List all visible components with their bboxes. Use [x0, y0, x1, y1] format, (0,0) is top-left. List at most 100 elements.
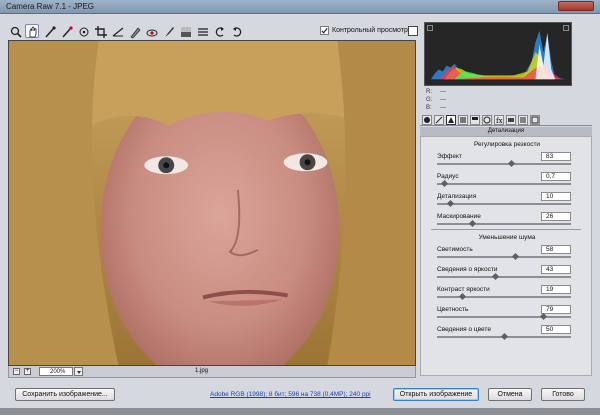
graduated-filter-icon[interactable]	[178, 24, 192, 38]
noise-reduction-title: Уменьшение шума	[478, 234, 536, 241]
histogram	[424, 22, 572, 86]
adjustment-brush-icon[interactable]	[161, 24, 175, 38]
slider-value-field[interactable]: 10	[541, 192, 571, 201]
close-window-button[interactable]	[558, 1, 594, 11]
taskbar-strip	[0, 408, 600, 415]
slider-value-field[interactable]: 43	[541, 265, 571, 274]
slider-track[interactable]	[437, 183, 571, 185]
hand-icon[interactable]	[25, 24, 39, 38]
slider-label: Сведения о цвете	[437, 326, 491, 333]
slider-label: Цветность	[437, 306, 469, 313]
preview-status-bar: − + 200% 1.jpg	[8, 366, 416, 378]
tab-effects-icon[interactable]: fx	[494, 115, 504, 125]
red-eye-icon[interactable]	[144, 24, 158, 38]
slider-thumb[interactable]	[459, 292, 467, 301]
crop-icon[interactable]	[93, 24, 107, 38]
fullscreen-icon[interactable]	[408, 26, 418, 36]
white-balance-icon[interactable]	[42, 24, 56, 38]
save-image-button[interactable]: Сохранить изображение...	[15, 388, 115, 401]
image-preview[interactable]	[8, 40, 416, 366]
slider-thumb[interactable]	[500, 332, 509, 341]
cancel-button[interactable]: Отмена	[488, 388, 532, 401]
tab-tone-curve-icon[interactable]	[434, 115, 444, 125]
tab-split-toning-icon[interactable]	[470, 115, 480, 125]
slider-track[interactable]	[437, 203, 571, 205]
slider-track[interactable]	[437, 296, 571, 298]
shadow-clipping-toggle[interactable]	[427, 25, 433, 31]
svg-text:fx: fx	[496, 117, 503, 124]
detail-panel: Регулировка резкости Эффект 83 Радиус 0,7 Де…	[420, 136, 592, 376]
slider-row: Радиус 0,7	[435, 171, 585, 189]
slider-track[interactable]	[437, 276, 571, 278]
slider-value-field[interactable]: 26	[541, 212, 571, 221]
slider-thumb[interactable]	[440, 179, 448, 188]
slider-thumb[interactable]	[511, 252, 519, 261]
slider-label: Сведения о яркости	[437, 266, 498, 273]
rotate-cw-icon[interactable]	[229, 24, 243, 38]
slider-row: Цветность 79	[435, 304, 585, 322]
slider-value-field[interactable]: 19	[541, 285, 571, 294]
slider-row: Сведения о яркости 43	[435, 264, 585, 282]
slider-thumb[interactable]	[491, 272, 499, 281]
slider-label: Светимость	[437, 246, 473, 253]
slider-label: Контраст яркости	[437, 286, 490, 293]
zoom-out-button[interactable]: −	[13, 368, 20, 375]
tab-snapshots-icon[interactable]	[530, 115, 540, 125]
slider-value-field[interactable]: 83	[541, 152, 571, 161]
tab-detail-icon[interactable]	[446, 115, 456, 125]
slider-thumb[interactable]	[507, 159, 515, 168]
spot-removal-icon[interactable]	[127, 24, 141, 39]
preview-checkbox[interactable]	[320, 26, 329, 35]
workflow-options-link[interactable]: Adobe RGB (1998); 8 бит; 596 на 738 (0,4…	[210, 391, 371, 398]
preferences-icon[interactable]	[195, 24, 209, 38]
zoom-icon[interactable]	[8, 24, 22, 38]
slider-row: Маскирование 26	[435, 211, 585, 229]
open-image-button[interactable]: Открыть изображение	[393, 388, 479, 401]
slider-label: Маскирование	[437, 213, 481, 220]
target-adjust-icon[interactable]	[76, 24, 90, 38]
slider-row: Детализация 10	[435, 191, 585, 209]
slider-value-field[interactable]: 50	[541, 325, 571, 334]
tab-hsl-icon[interactable]	[458, 115, 468, 125]
slider-value-field[interactable]: 79	[541, 305, 571, 314]
straighten-icon[interactable]	[110, 24, 124, 38]
slider-track[interactable]	[437, 316, 571, 318]
section-divider	[431, 229, 581, 230]
slider-value-field[interactable]: 58	[541, 245, 571, 254]
slider-thumb[interactable]	[447, 199, 455, 208]
preview-toggle[interactable]: Контрольный просмотр	[320, 26, 408, 35]
slider-thumb[interactable]	[468, 219, 476, 228]
slider-label: Детализация	[437, 193, 477, 200]
window-title: Camera Raw 7.1 - JPEG	[6, 2, 95, 11]
file-name: 1.jpg	[195, 368, 209, 374]
toolbar: Контрольный просмотр	[8, 22, 418, 40]
slider-thumb[interactable]	[539, 312, 547, 321]
title-bar: Camera Raw 7.1 - JPEG	[0, 0, 600, 14]
slider-row: Светимость 58	[435, 244, 585, 262]
tab-lens-icon[interactable]	[482, 115, 492, 125]
slider-row: Эффект 83	[435, 151, 585, 169]
slider-value-field[interactable]: 0,7	[541, 172, 571, 181]
panel-tabs: fx	[420, 114, 592, 126]
color-sampler-icon[interactable]	[59, 24, 73, 38]
slider-row: Сведения о цвете 50	[435, 324, 585, 342]
highlight-clipping-toggle[interactable]	[563, 25, 569, 31]
tab-camera-calibration-icon[interactable]	[506, 115, 516, 125]
slider-track[interactable]	[437, 256, 571, 258]
rgb-readout: R: --- G: --- B: ---	[426, 89, 446, 111]
zoom-in-button[interactable]: +	[24, 368, 31, 375]
tab-basic-icon[interactable]	[422, 115, 432, 125]
slider-track[interactable]	[437, 223, 571, 225]
done-button[interactable]: Готово	[541, 388, 585, 401]
preview-label: Контрольный просмотр	[332, 27, 408, 34]
panel-title: Детализация	[420, 127, 592, 136]
portrait-photo	[9, 41, 415, 365]
tab-presets-icon[interactable]	[518, 115, 528, 125]
zoom-dropdown-icon[interactable]	[74, 367, 83, 376]
slider-label: Эффект	[437, 153, 462, 160]
slider-track[interactable]	[437, 163, 571, 165]
zoom-level-field[interactable]: 200%	[39, 367, 73, 376]
rotate-ccw-icon[interactable]	[212, 24, 226, 38]
slider-label: Радиус	[437, 173, 459, 180]
sharpening-title: Регулировка резкости	[473, 141, 541, 148]
